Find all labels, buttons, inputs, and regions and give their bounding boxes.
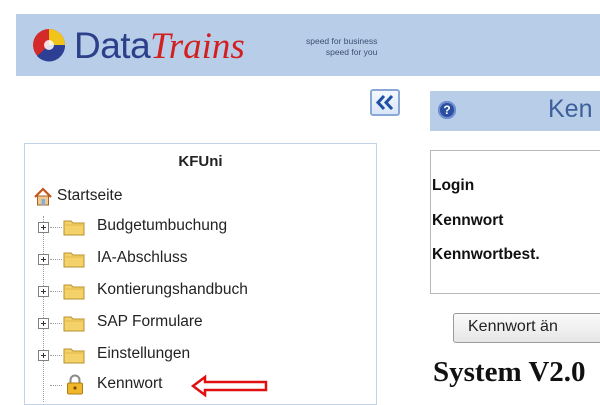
tree-branch-line bbox=[50, 323, 62, 324]
tagline: speed for business speed for you bbox=[306, 36, 377, 58]
expand-plus-icon[interactable] bbox=[38, 222, 49, 233]
change-password-button[interactable]: Kennwort än bbox=[453, 313, 600, 343]
tree-branch-line bbox=[50, 355, 62, 356]
password-field-label: Kennwort bbox=[432, 212, 504, 229]
expand-plus-icon[interactable] bbox=[38, 286, 49, 297]
tree-branch-line bbox=[50, 291, 62, 292]
double-chevron-left-icon bbox=[375, 94, 394, 111]
password-confirm-field-label: Kennwortbest. bbox=[432, 246, 540, 263]
tree-connector-line bbox=[43, 216, 44, 402]
nav-item-label: IA-Abschluss bbox=[97, 249, 188, 266]
tree-branch-line bbox=[50, 227, 62, 228]
page-title: Ken bbox=[548, 95, 593, 123]
brand-name: DataTrains bbox=[74, 26, 245, 67]
tree-branch-line bbox=[50, 385, 62, 386]
navigation-panel: KFUni Startseite Budgetumbuchung IA-Absc… bbox=[24, 143, 377, 405]
tagline-line-2: speed for you bbox=[325, 47, 378, 57]
login-field-label: Login bbox=[432, 177, 475, 194]
system-version-heading: System V2.0 bbox=[433, 356, 586, 388]
home-icon bbox=[34, 187, 52, 206]
tagline-line-1: speed for business bbox=[306, 36, 378, 46]
red-arrow-annotation-icon bbox=[190, 374, 268, 398]
tree-branch-line bbox=[50, 259, 62, 260]
expand-plus-icon[interactable] bbox=[38, 254, 49, 265]
folder-icon bbox=[63, 220, 85, 236]
lock-icon bbox=[67, 374, 83, 395]
collapse-sidebar-button[interactable] bbox=[370, 89, 400, 116]
help-icon[interactable]: ? bbox=[438, 101, 456, 119]
nav-item-label: SAP Formulare bbox=[97, 313, 203, 330]
expand-plus-icon[interactable] bbox=[38, 318, 49, 329]
folder-icon bbox=[63, 316, 85, 332]
brand-part-data: Data bbox=[74, 25, 151, 66]
datatrains-logo-icon bbox=[33, 29, 66, 62]
nav-item-label: Kennwort bbox=[97, 375, 163, 392]
expand-plus-icon[interactable] bbox=[38, 350, 49, 361]
folder-icon bbox=[63, 252, 85, 268]
brand-part-trains: Trains bbox=[150, 26, 245, 67]
nav-panel-title: KFUni bbox=[178, 153, 223, 170]
nav-item-label: Kontierungshandbuch bbox=[97, 281, 248, 298]
nav-item-label: Budgetumbuchung bbox=[97, 217, 228, 234]
folder-icon bbox=[63, 284, 85, 300]
app-header: DataTrains speed for business speed for … bbox=[16, 14, 600, 76]
folder-icon bbox=[63, 348, 85, 364]
nav-item-label: Einstellungen bbox=[97, 345, 191, 362]
nav-item-label: Startseite bbox=[57, 187, 123, 204]
